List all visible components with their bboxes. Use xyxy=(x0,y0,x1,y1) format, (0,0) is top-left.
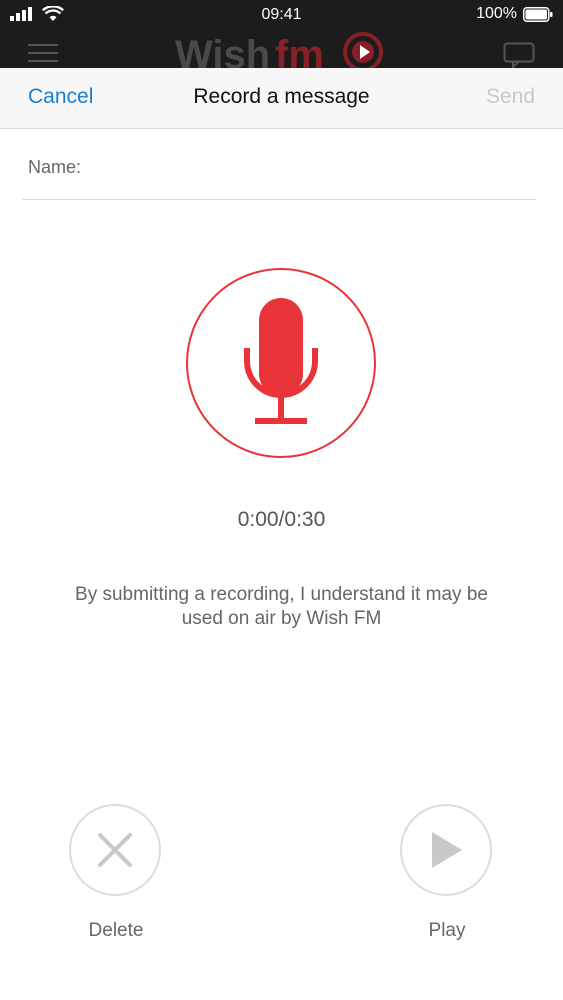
close-icon xyxy=(98,833,132,867)
wish-fm-logo: Wish fm xyxy=(175,32,383,70)
delete-button[interactable] xyxy=(69,804,161,896)
name-input[interactable] xyxy=(92,151,532,185)
record-button[interactable] xyxy=(186,268,376,458)
name-row: Name: xyxy=(22,129,536,200)
status-right: 100% xyxy=(476,5,553,23)
play-label: Play xyxy=(428,920,466,941)
nav-bar: Cancel Record a message Send xyxy=(0,68,563,129)
delete-label: Delete xyxy=(88,920,144,941)
recording-timer: 0:00/0:30 xyxy=(237,508,326,531)
page-title: Record a message xyxy=(193,85,370,108)
record-message-sheet: Cancel Record a message Send Name: 0:00/… xyxy=(0,68,563,1000)
svg-text:fm: fm xyxy=(275,33,324,70)
name-label: Name: xyxy=(28,157,82,177)
record-message-screen: 09:41 100% Wish fm Cancel Record a messa… xyxy=(0,0,563,1000)
chat-icon xyxy=(503,42,535,68)
battery-percent: 100% xyxy=(476,5,517,22)
send-button[interactable]: Send xyxy=(486,85,535,109)
app-header-behind: Wish fm xyxy=(0,30,563,70)
disclaimer-text: By submitting a recording, I understand … xyxy=(75,584,488,629)
battery-icon xyxy=(523,6,553,22)
svg-text:Wish: Wish xyxy=(175,33,270,70)
play-button[interactable] xyxy=(400,804,492,896)
microphone-icon xyxy=(244,298,318,424)
hamburger-menu-icon xyxy=(28,44,58,64)
status-bar: 09:41 100% xyxy=(0,0,563,30)
play-icon xyxy=(432,832,462,868)
